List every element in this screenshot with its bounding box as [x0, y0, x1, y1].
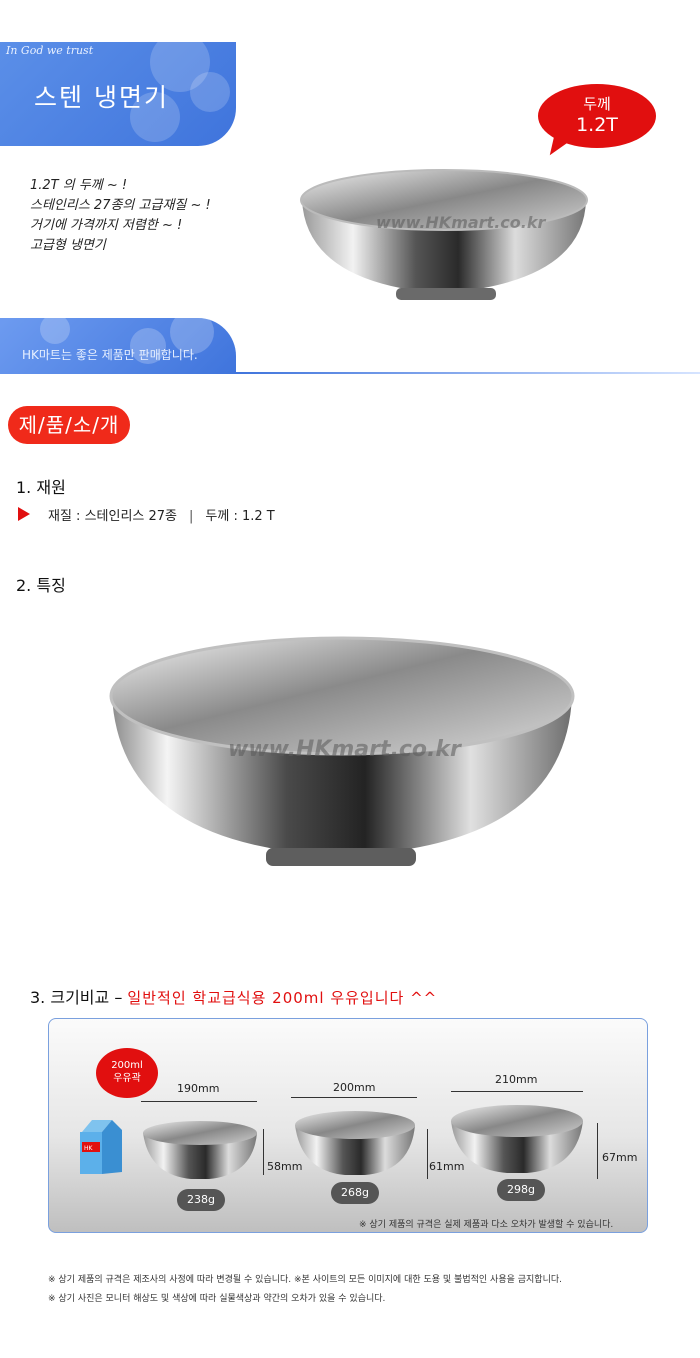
- watermark: www.HKmart.co.kr: [376, 213, 546, 232]
- product-intro-heading: 제/품/소/개: [8, 406, 130, 444]
- bowl-200-image: [295, 1111, 415, 1175]
- bowl-weight-badge: 268g: [331, 1182, 379, 1204]
- milk-callout: 200ml 우유곽: [96, 1048, 158, 1098]
- watermark: www.HKmart.co.kr: [228, 737, 462, 762]
- bowl-weight-badge: 298g: [497, 1179, 545, 1201]
- compare-label: 3. 크기비교 –: [30, 988, 123, 1007]
- milk-label-line2: 우유곽: [113, 1073, 141, 1084]
- width-line: [291, 1097, 417, 1098]
- comparison-note: ※ 상기 제품의 규격은 실제 제품과 다소 오차가 발생할 수 있습니다.: [359, 1220, 614, 1230]
- product-image-small: www.HKmart.co.kr: [300, 169, 588, 300]
- spec-material: 재질 : 스테인리스 27종: [48, 509, 177, 524]
- header-banner: In God we trust 스텐 냉면기: [0, 42, 236, 146]
- bowl-width-label: 200mm: [333, 1081, 376, 1094]
- spec-title: 1. 재원: [16, 478, 66, 497]
- intro-line: 1.2T 의 두께 ~ !: [30, 178, 128, 193]
- height-line: [263, 1129, 264, 1175]
- spec-line: 재질 : 스테인리스 27종 | 두께 : 1.2 T: [48, 505, 275, 524]
- callout-line1: 두께: [583, 95, 611, 113]
- intro-line: 거기에 가격까지 저렴한 ~ !: [30, 218, 183, 233]
- store-banner: HK마트는 좋은 제품만 판매합니다.: [0, 318, 236, 374]
- height-line: [427, 1129, 428, 1179]
- bowl-height-label: 67mm: [602, 1151, 638, 1164]
- intro-text: 1.2T 의 두께 ~ ! 스테인리스 27종의 고급재질 ~ ! 거기에 가격…: [30, 176, 211, 256]
- banner-tagline: In God we trust: [6, 44, 94, 57]
- intro-line: 스테인리스 27종의 고급재질 ~ !: [30, 198, 211, 213]
- compare-highlight: 일반적인 학교급식용 200ml 우유입니다 ^^: [127, 989, 438, 1007]
- page-title: 스텐 냉면기: [34, 83, 169, 112]
- store-slogan: HK마트는 좋은 제품만 판매합니다.: [22, 348, 198, 362]
- bowl-190-image: [143, 1121, 257, 1179]
- decor-bubble: [190, 72, 230, 112]
- feature-title: 2. 특징: [16, 576, 66, 595]
- height-line: [597, 1123, 598, 1179]
- width-line: [141, 1101, 257, 1102]
- decor-bubble: [40, 318, 70, 344]
- bowl-210-image: [451, 1105, 583, 1173]
- compare-title: 3. 크기비교 – 일반적인 학교급식용 200ml 우유입니다 ^^: [30, 984, 437, 1008]
- spec-separator: |: [189, 509, 194, 524]
- spec-thickness: 두께 : 1.2 T: [205, 509, 275, 524]
- bowl-width-label: 190mm: [177, 1082, 220, 1095]
- width-line: [451, 1091, 583, 1092]
- arrow-right-icon: [18, 507, 30, 521]
- product-image-large: www.HKmart.co.kr: [109, 636, 575, 866]
- footer-note: ※ 상기 사진은 모니터 해상도 및 색상에 따라 실물색상과 약간의 오차가 …: [48, 1294, 386, 1304]
- bowl-weight-badge: 238g: [177, 1189, 225, 1211]
- footer-note: ※ 상기 제품의 규격은 제조사의 사정에 따라 변경될 수 있습니다. ※본 …: [48, 1275, 563, 1285]
- carton-label: HK: [84, 1145, 94, 1152]
- callout-line2: 1.2T: [576, 114, 618, 136]
- milk-carton-image: HK: [80, 1120, 122, 1174]
- milk-label-line1: 200ml: [111, 1060, 143, 1071]
- thickness-callout: 두께 1.2T: [538, 84, 656, 148]
- bowl-width-label: 210mm: [495, 1073, 538, 1086]
- intro-line: 고급형 냉면기: [30, 238, 106, 253]
- divider: [236, 372, 700, 374]
